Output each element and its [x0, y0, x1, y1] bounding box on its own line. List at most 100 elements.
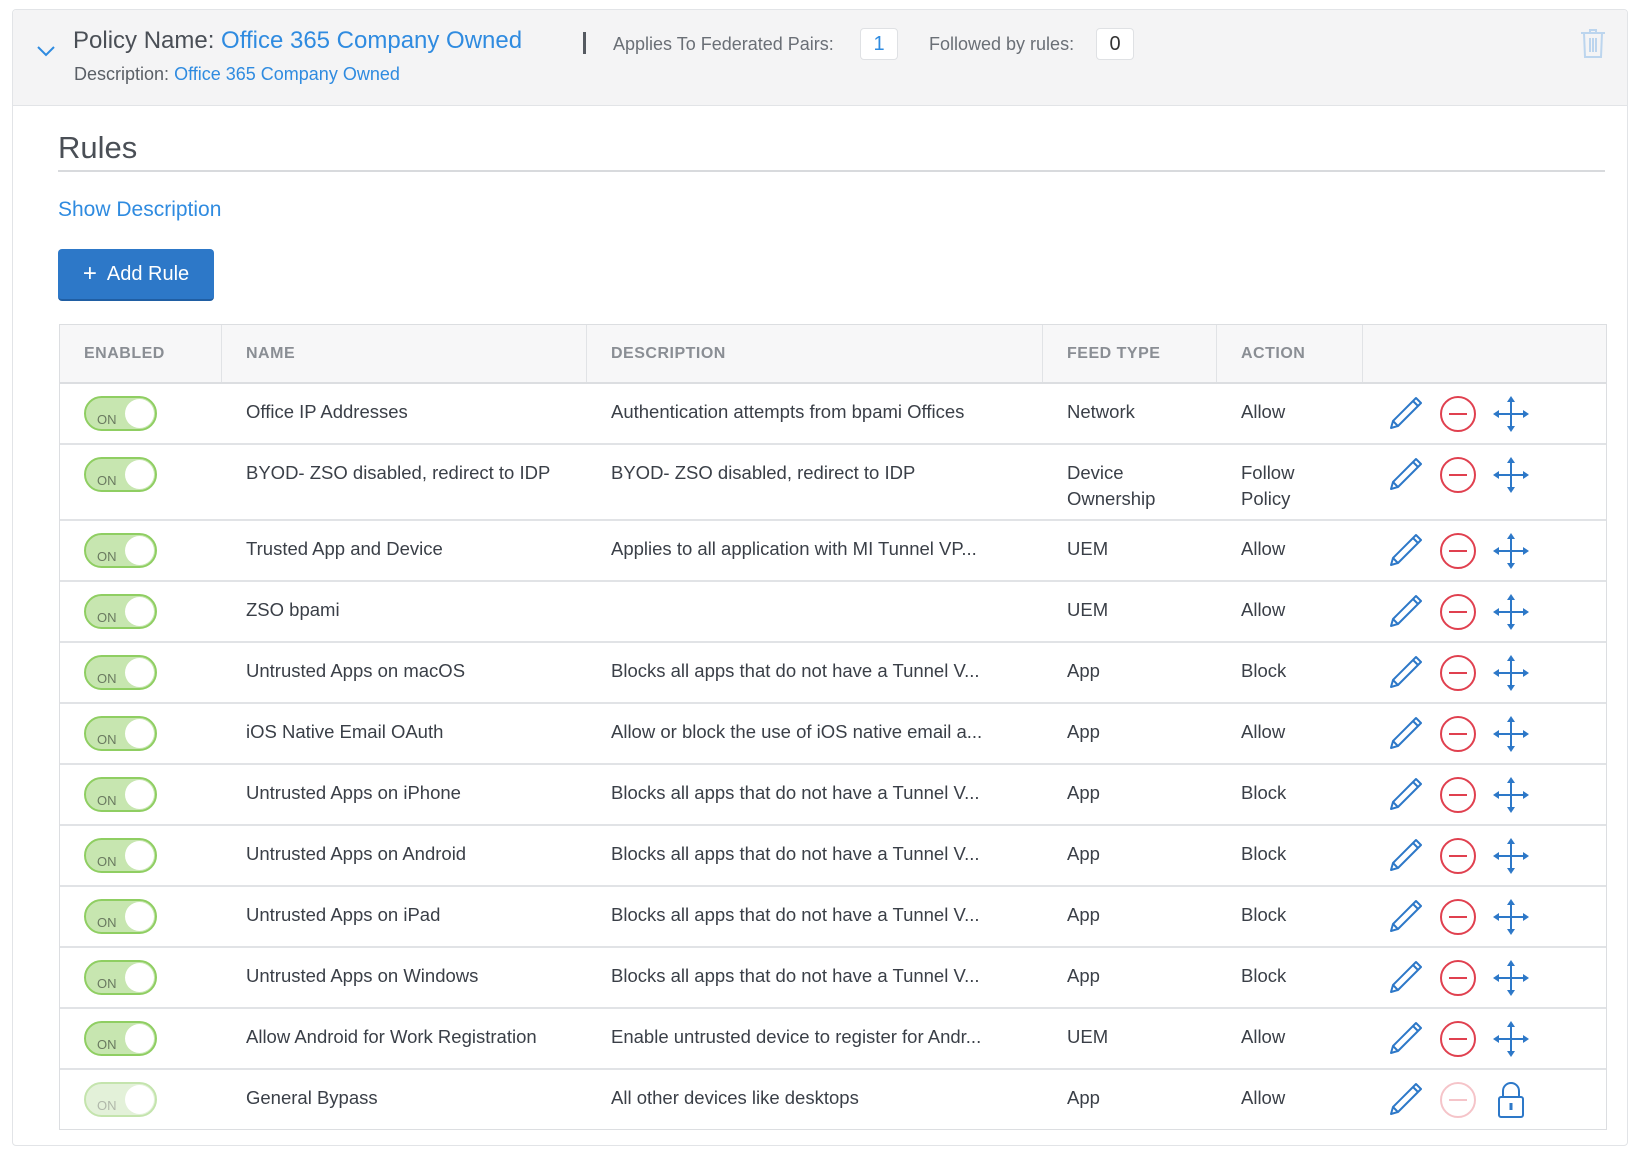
enabled-toggle[interactable]: ON	[84, 899, 157, 934]
rules-heading: Rules	[58, 130, 138, 165]
rule-action: Allow	[1241, 721, 1286, 742]
toggle-knob	[125, 780, 154, 809]
table-row: ON iOS Native Email OAuth Allow or block…	[60, 704, 1606, 765]
enabled-toggle[interactable]: ON	[84, 655, 157, 690]
remove-icon[interactable]	[1438, 455, 1478, 495]
remove-icon[interactable]	[1438, 531, 1478, 571]
lock-icon[interactable]	[1491, 1080, 1531, 1120]
pencil-icon[interactable]	[1385, 394, 1425, 434]
policy-name-value[interactable]: Office 365 Company Owned	[221, 27, 522, 54]
pencil-icon[interactable]	[1385, 958, 1425, 998]
rule-action: Block	[1241, 660, 1287, 681]
rule-name: BYOD- ZSO disabled, redirect to IDP	[246, 462, 551, 483]
move-icon[interactable]	[1491, 394, 1531, 434]
rule-name: iOS Native Email OAuth	[246, 721, 444, 742]
rule-name: Office IP Addresses	[246, 401, 408, 422]
remove-icon[interactable]	[1438, 836, 1478, 876]
rule-name: Untrusted Apps on Windows	[246, 965, 479, 986]
move-icon[interactable]	[1491, 775, 1531, 815]
rule-feed-type: Network	[1067, 401, 1135, 422]
enabled-toggle[interactable]: ON	[84, 1021, 157, 1056]
pencil-icon[interactable]	[1385, 714, 1425, 754]
remove-icon[interactable]	[1438, 897, 1478, 937]
remove-icon[interactable]	[1438, 394, 1478, 434]
enabled-cell: ON	[60, 765, 222, 824]
pencil-icon[interactable]	[1385, 531, 1425, 571]
pencil-icon[interactable]	[1385, 455, 1425, 495]
remove-icon[interactable]	[1438, 1080, 1478, 1120]
column-header-enabled: ENABLED	[60, 325, 222, 382]
toggle-knob	[125, 399, 154, 428]
enabled-toggle[interactable]: ON	[84, 533, 157, 568]
move-icon[interactable]	[1491, 531, 1531, 571]
row-actions	[1363, 582, 1606, 641]
enabled-toggle[interactable]: ON	[84, 594, 157, 629]
table-header: ENABLED NAME DESCRIPTION FEED TYPE ACTIO…	[60, 325, 1606, 384]
table-row: ON Untrusted Apps on macOS Blocks all ap…	[60, 643, 1606, 704]
table-row: ON Trusted App and Device Applies to all…	[60, 521, 1606, 582]
rule-feed-type: App	[1067, 721, 1100, 742]
pencil-icon[interactable]	[1385, 653, 1425, 693]
remove-icon[interactable]	[1438, 775, 1478, 815]
pencil-icon[interactable]	[1385, 775, 1425, 815]
remove-icon[interactable]	[1438, 1019, 1478, 1059]
plus-icon: +	[82, 260, 97, 287]
rule-feed-type: UEM	[1067, 599, 1109, 620]
toggle-knob	[125, 1085, 154, 1114]
rule-name: General Bypass	[246, 1087, 378, 1108]
move-icon[interactable]	[1491, 592, 1531, 632]
rule-feed-type: App	[1067, 660, 1100, 681]
enabled-toggle[interactable]: ON	[84, 716, 157, 751]
add-rule-button[interactable]: + Add Rule	[58, 249, 214, 301]
rule-feed-type: App	[1067, 1087, 1100, 1108]
toggle-label: ON	[97, 732, 117, 747]
toggle-label: ON	[97, 549, 117, 564]
enabled-toggle[interactable]: ON	[84, 777, 157, 812]
enabled-toggle[interactable]: ON	[84, 1082, 157, 1117]
remove-icon[interactable]	[1438, 592, 1478, 632]
pencil-icon[interactable]	[1385, 836, 1425, 876]
federated-pairs-label: Applies To Federated Pairs:	[613, 34, 834, 54]
move-icon[interactable]	[1491, 714, 1531, 754]
row-actions	[1363, 948, 1606, 1007]
rule-action: Follow Policy	[1241, 462, 1295, 509]
move-icon[interactable]	[1491, 1019, 1531, 1059]
move-icon[interactable]	[1491, 455, 1531, 495]
trash-icon[interactable]	[1579, 27, 1607, 59]
rule-action: Allow	[1241, 599, 1286, 620]
pencil-icon[interactable]	[1385, 1080, 1425, 1120]
remove-icon[interactable]	[1438, 958, 1478, 998]
remove-icon[interactable]	[1438, 714, 1478, 754]
move-icon[interactable]	[1491, 836, 1531, 876]
policy-description-value: Office 365 Company Owned	[174, 64, 400, 84]
chevron-down-icon[interactable]	[35, 40, 57, 62]
pencil-icon[interactable]	[1385, 592, 1425, 632]
move-icon[interactable]	[1491, 897, 1531, 937]
table-row: ON ZSO bpami UEM Allow	[60, 582, 1606, 643]
enabled-toggle[interactable]: ON	[84, 457, 157, 492]
rule-description: Blocks all apps that do not have a Tunne…	[611, 660, 980, 681]
table-row: ON Allow Android for Work Registration E…	[60, 1009, 1606, 1070]
rule-feed-type: App	[1067, 904, 1100, 925]
enabled-cell: ON	[60, 445, 222, 519]
federated-pairs-count[interactable]: 1	[860, 28, 898, 60]
move-icon[interactable]	[1491, 958, 1531, 998]
policy-name-label: Policy Name:	[73, 27, 215, 54]
followed-by-rules-label: Followed by rules:	[929, 34, 1075, 54]
column-header-action: ACTION	[1217, 325, 1363, 382]
pencil-icon[interactable]	[1385, 1019, 1425, 1059]
toggle-knob	[125, 536, 154, 565]
toggle-label: ON	[97, 473, 117, 488]
enabled-toggle[interactable]: ON	[84, 396, 157, 431]
enabled-toggle[interactable]: ON	[84, 960, 157, 995]
enabled-toggle[interactable]: ON	[84, 838, 157, 873]
show-description-link[interactable]: Show Description	[58, 198, 221, 222]
move-icon[interactable]	[1491, 653, 1531, 693]
rule-feed-type: UEM	[1067, 1026, 1109, 1047]
rule-feed-type: App	[1067, 843, 1100, 864]
pencil-icon[interactable]	[1385, 897, 1425, 937]
rule-name: Untrusted Apps on iPhone	[246, 782, 461, 803]
rule-description: Blocks all apps that do not have a Tunne…	[611, 904, 980, 925]
remove-icon[interactable]	[1438, 653, 1478, 693]
toggle-label: ON	[97, 1037, 117, 1052]
